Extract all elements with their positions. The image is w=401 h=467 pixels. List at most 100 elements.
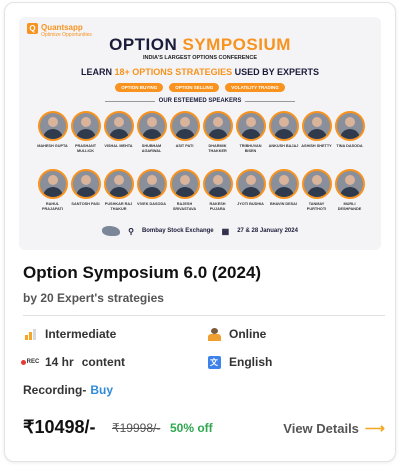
brand-name: Quantsapp	[41, 23, 83, 32]
pill-option-selling: OPTION SELLING	[169, 83, 220, 92]
signal-bars-icon	[23, 327, 37, 341]
learn-suffix: USED BY EXPERTS	[234, 67, 319, 77]
speaker-name: RAKESH PUJARA	[209, 202, 226, 211]
speaker-name: MAHESH GUPTA	[37, 144, 68, 148]
speaker-name: TINA DASODA	[336, 144, 363, 148]
recording-label: Recording-	[23, 383, 87, 397]
brand-mark-icon: Q	[27, 23, 38, 34]
speakers-row-1: MAHESH GUPTA PRASHANT MULLICK VISHAL MEH…	[37, 111, 365, 153]
speaker-name: SANTOSH PASI	[71, 202, 100, 206]
speaker-photo	[235, 111, 266, 141]
speaker: BHAVIN DESAI	[268, 169, 299, 211]
topic-pills: OPTION BUYING OPTION SELLING VOLATILITY …	[19, 83, 381, 92]
speaker: TANMAY PURTHOTI	[301, 169, 332, 211]
speaker-photo	[70, 169, 101, 199]
dates-text: 27 & 28 January 2024	[237, 228, 298, 234]
speaker-photo	[334, 169, 365, 199]
course-title[interactable]: Option Symposium 6.0 (2024)	[23, 263, 261, 283]
speaker-name: SHUBHAM AGARWAL	[141, 144, 162, 153]
speaker: ASHISH SHETTY	[301, 111, 332, 153]
level-text: Intermediate	[45, 327, 117, 341]
speaker-name: JYOTI BUDHIA	[237, 202, 264, 206]
record-icon: REC	[20, 355, 40, 369]
course-subtitle: by 20 Expert's strategies	[23, 291, 164, 305]
heading-divider-left	[104, 100, 155, 102]
recording-buy-link[interactable]: Buy	[90, 383, 113, 397]
speaker: SHUBHAM AGARWAL	[136, 111, 167, 153]
calendar-icon: ▦	[221, 226, 230, 236]
speaker-photo	[301, 111, 332, 141]
speaker: PRASHANT MULLICK	[70, 111, 101, 153]
learn-highlight: 18+ OPTIONS STRATEGIES	[114, 67, 233, 77]
speaker-photo	[103, 169, 134, 199]
current-price: ₹10498/-	[23, 417, 96, 437]
speaker: VISHAL MEHTA	[103, 111, 134, 153]
bull-logo-icon	[102, 226, 121, 236]
speakers-heading: OUR ESTEEMED SPEAKERS	[19, 98, 381, 104]
rec-badge-text: REC	[26, 359, 40, 365]
speaker: TRIBHUVAN BISEN	[235, 111, 266, 153]
speaker-photo	[235, 169, 266, 199]
view-details-button[interactable]: View Details ⟶	[283, 420, 385, 437]
speaker-photo	[70, 111, 101, 141]
translate-icon: 文	[207, 355, 221, 369]
speaker-photo	[37, 111, 68, 141]
speaker: RAJESH SRIVASTAVA	[169, 169, 200, 211]
price-row: ₹10498/- ₹19998/- 50% off View Details ⟶	[23, 417, 385, 439]
recording-row: Recording- Buy	[23, 383, 113, 397]
banner-title: OPTION SYMPOSIUM	[19, 35, 381, 55]
language-feature: 文 English	[207, 355, 272, 369]
speaker-photo	[136, 169, 167, 199]
speaker-photo	[268, 169, 299, 199]
hours-suffix: content	[81, 355, 126, 369]
speaker-name: MURLI DESHPANDE	[337, 202, 362, 211]
speaker-name: RAHUL PRAJAPATI	[42, 202, 63, 211]
speaker-photo	[169, 169, 200, 199]
speaker-photo	[334, 111, 365, 141]
speaker-photo	[169, 111, 200, 141]
speaker: RAHUL PRAJAPATI	[37, 169, 68, 211]
speaker-name: TRIBHUVAN BISEN	[239, 144, 262, 153]
original-price: ₹19998/-	[112, 421, 161, 435]
speaker: DHARMIK THAKKER	[202, 111, 233, 153]
speaker: MURLI DESHPANDE	[334, 169, 365, 211]
speaker-name: RAJESH SRIVASTAVA	[172, 202, 197, 211]
speaker-name: TANMAY PURTHOTI	[306, 202, 327, 211]
speaker-photo	[202, 111, 233, 141]
speaker: JYOTI BUDHIA	[235, 169, 266, 211]
venue-text: Bombay Stock Exchange	[141, 228, 214, 234]
speaker-photo	[37, 169, 68, 199]
pill-option-buying: OPTION BUYING	[115, 83, 164, 92]
speaker-name: VIVEK DASODA	[137, 202, 166, 206]
speaker-photo	[301, 169, 332, 199]
location-pin-icon: ⚲	[128, 226, 134, 236]
speaker-photo	[202, 169, 233, 199]
speaker: MAHESH GUPTA	[37, 111, 68, 153]
pill-volatility-trading: VOLATILITY TRADING	[225, 83, 285, 92]
divider	[23, 315, 385, 316]
speaker-name: PRASHANT MULLICK	[74, 144, 97, 153]
view-details-label: View Details	[283, 421, 359, 436]
speaker: VIVEK DASODA	[136, 169, 167, 211]
course-banner-image[interactable]: Q Quantsapp Optimize Opportunities OPTIO…	[19, 17, 381, 250]
banner-learn-line: LEARN 18+ OPTIONS STRATEGIES USED BY EXP…	[19, 67, 381, 77]
hours-text: 14 hr	[45, 355, 74, 369]
person-online-icon	[207, 327, 221, 341]
speaker-name: PUSHKAR RAJ THAKUR	[104, 202, 133, 211]
translate-glyph: 文	[207, 355, 221, 369]
speaker-photo	[136, 111, 167, 141]
heading-divider-right	[245, 100, 296, 102]
banner-title-part2: SYMPOSIUM	[182, 35, 291, 54]
banner-footer: ⚲ Bombay Stock Exchange ▦ 27 & 28 Januar…	[19, 226, 381, 236]
speaker: SANTOSH PASI	[70, 169, 101, 211]
speaker-name: ASIT PATI	[175, 144, 194, 148]
learn-prefix: LEARN	[80, 67, 112, 77]
speaker-name: VISHAL MEHTA	[104, 144, 133, 148]
speaker: ANKUSH BAJAJ	[268, 111, 299, 153]
speaker: PUSHKAR RAJ THAKUR	[103, 169, 134, 211]
language-text: English	[229, 355, 273, 369]
speakers-row-2: RAHUL PRAJAPATI SANTOSH PASI PUSHKAR RAJ…	[37, 169, 365, 211]
banner-subtitle: INDIA'S LARGEST OPTIONS CONFERENCE	[142, 55, 258, 61]
course-card[interactable]: Q Quantsapp Optimize Opportunities OPTIO…	[4, 2, 396, 462]
discount-badge: 50% off	[170, 421, 213, 435]
